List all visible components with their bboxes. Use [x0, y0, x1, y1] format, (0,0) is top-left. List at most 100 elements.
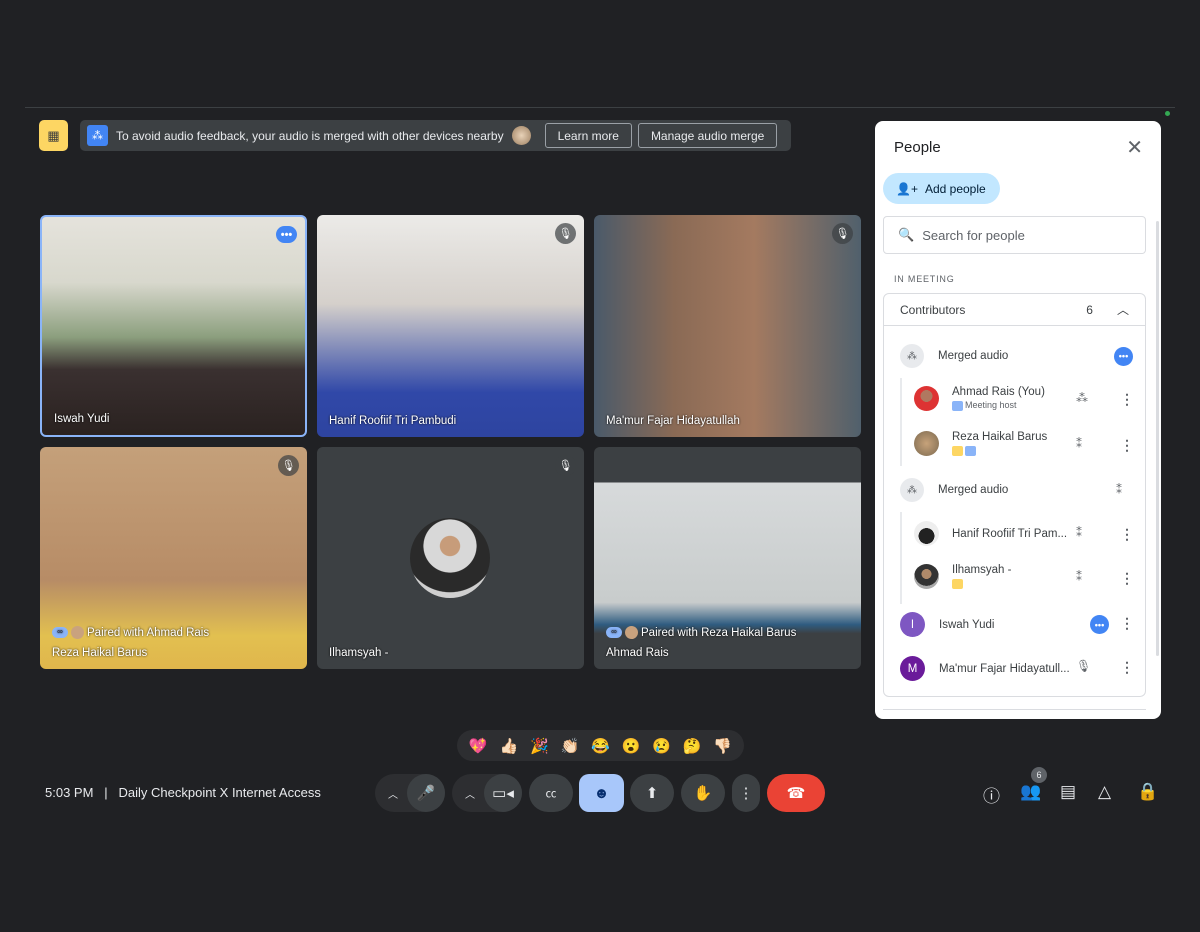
merged-audio-group: ⁂ Merged audio	[900, 478, 1163, 502]
audio-off-icon: ⁑	[1076, 526, 1082, 540]
audio-off-icon: ⁑	[1076, 437, 1082, 451]
paired-label: ∞ Paired with Ahmad Rais	[52, 626, 209, 639]
more-options-icon[interactable]: •••	[1090, 615, 1109, 634]
mic-off-icon: 🎙	[1076, 659, 1092, 673]
hang-up-icon: ☎	[786, 785, 806, 802]
avatar	[914, 564, 939, 589]
reaction-thinking[interactable]: 🤔	[683, 737, 702, 755]
manage-audio-merge-button[interactable]: Manage audio merge	[637, 123, 778, 148]
video-tile[interactable]: 🎙 ∞ Paired with Ahmad Rais Reza Haikal Ba…	[40, 447, 307, 669]
raise-hand-button[interactable]: ✋	[681, 774, 725, 812]
contributors-header[interactable]: Contributors 6 ︿	[884, 294, 1145, 326]
list-item: Ilhamsyah -	[914, 564, 1177, 589]
participant-name: Ahmad Rais	[606, 647, 669, 659]
panel-title: People	[894, 139, 941, 156]
mic-off-icon: 🎙	[832, 223, 853, 244]
reaction-party-popper[interactable]: 🎉	[530, 737, 549, 755]
search-input[interactable]: 🔍 Search for people	[883, 216, 1146, 254]
video-tile[interactable]: ∞ Paired with Reza Haikal Barus Ahmad Rai…	[594, 447, 861, 669]
emoji-icon: ☻	[593, 784, 610, 802]
merged-audio-icon: ⁂	[1076, 391, 1088, 405]
avatar	[914, 431, 939, 456]
video-tile[interactable]: ••• Iswah Yudi	[40, 215, 307, 437]
captions-icon: ㏄	[545, 788, 557, 800]
more-options-icon[interactable]: •••	[1114, 346, 1133, 366]
chevron-up-icon: ︿	[1116, 303, 1129, 317]
close-icon[interactable]: ✕	[1126, 135, 1143, 160]
participant-name: Hanif Roofiif Tri Pambudi	[329, 415, 457, 427]
mic-button[interactable]: 🎤	[407, 774, 445, 812]
link-icon: ∞	[52, 627, 68, 638]
avatar	[914, 521, 939, 546]
more-vert-icon: ⋮	[738, 785, 754, 802]
audio-off-icon: ⁑	[1076, 570, 1082, 584]
avatar	[71, 626, 84, 639]
captions-button[interactable]: ㏄	[529, 774, 573, 812]
captions-off-icon: ▦	[47, 127, 60, 143]
more-options-icon[interactable]: •••	[276, 226, 297, 243]
avatar	[511, 126, 531, 145]
avatar	[625, 626, 638, 639]
participant-name: Iswah Yudi	[54, 413, 110, 425]
more-vert-icon[interactable]: ⋮	[1120, 437, 1134, 454]
camera-button[interactable]: ▭◂	[484, 774, 522, 812]
reaction-joy[interactable]: 😂	[591, 737, 610, 755]
reaction-thumbs-up[interactable]: 👍🏻	[499, 737, 518, 755]
banner-message: To avoid audio feedback, your audio is m…	[116, 128, 504, 143]
learn-more-button[interactable]: Learn more	[544, 123, 632, 148]
divider	[25, 107, 1175, 108]
status-dot	[1165, 111, 1170, 116]
reaction-surprised[interactable]: 😮	[622, 737, 641, 755]
section-label: IN MEETING	[894, 274, 955, 284]
merged-audio-icon: ⁂	[87, 125, 108, 146]
chevron-up-icon[interactable]: ︿	[388, 786, 398, 801]
reaction-crying[interactable]: 😢	[652, 737, 671, 755]
meeting-info: 5:03 PM | Daily Checkpoint X Internet Ac…	[45, 785, 321, 800]
audio-merge-banner: ⁂ To avoid audio feedback, your audio is…	[80, 120, 791, 151]
present-screen-icon: ⬆	[645, 785, 659, 802]
list-item: Hanif Roofiif Tri Pam...	[914, 521, 1177, 546]
reaction-sparkling-heart[interactable]: 💖	[469, 737, 488, 755]
mic-off-icon: 🎙	[278, 455, 299, 476]
end-call-button[interactable]: ☎	[767, 774, 825, 812]
merged-audio-icon: ⁂	[900, 478, 924, 502]
people-count-badge: 6	[1031, 767, 1047, 783]
reaction-thumbs-down[interactable]: 👎🏻	[713, 737, 732, 755]
reactions-button[interactable]: ☻	[579, 774, 624, 812]
more-vert-icon[interactable]: ⋮	[1120, 659, 1134, 676]
chevron-up-icon[interactable]: ︿	[465, 786, 475, 801]
more-vert-icon[interactable]: ⋮	[1120, 391, 1134, 408]
people-icon[interactable]: 👥	[1020, 782, 1041, 802]
host-controls-icon[interactable]: 🔒	[1137, 782, 1158, 802]
video-tile[interactable]: 🎙 Hanif Roofiif Tri Pambudi	[317, 215, 584, 437]
paired-label: ∞ Paired with Reza Haikal Barus	[606, 626, 796, 639]
reaction-clapping[interactable]: 👏🏻	[561, 737, 580, 755]
add-person-icon: 👤+	[896, 181, 918, 196]
merged-audio-group: ⁂ Merged audio •••	[900, 344, 1163, 368]
participant-name: Reza Haikal Barus	[52, 647, 148, 659]
more-options-button[interactable]: ⋮	[732, 774, 760, 812]
present-button[interactable]: ⬆	[630, 774, 674, 812]
avatar: I	[900, 612, 925, 637]
link-icon: ∞	[606, 627, 622, 638]
scrollbar[interactable]	[1156, 221, 1159, 656]
audio-off-icon: ⁑	[1116, 483, 1122, 497]
audio-controls: ︿ 🎤	[375, 774, 445, 812]
more-vert-icon[interactable]: ⋮	[1120, 615, 1134, 632]
activities-icon[interactable]: △	[1098, 782, 1111, 802]
add-people-button[interactable]: 👤+ Add people	[883, 173, 1000, 204]
more-vert-icon[interactable]: ⋮	[1120, 570, 1134, 587]
list-item: Ahmad Rais (You) Meeting host	[914, 386, 1177, 411]
participant-name: Ma'mur Fajar Hidayatullah	[606, 415, 740, 427]
video-tile[interactable]: 🎙 Ilhamsyah -	[317, 447, 584, 669]
hand-icon: ✋	[693, 785, 713, 802]
mic-off-icon: 🎙	[555, 455, 576, 476]
more-vert-icon[interactable]: ⋮	[1120, 526, 1134, 543]
avatar	[914, 386, 939, 411]
captions-off-button[interactable]: ▦	[39, 120, 68, 151]
reactions-bar: 💖 👍🏻 🎉 👏🏻 😂 😮 😢 🤔 👎🏻	[457, 730, 744, 761]
chat-icon[interactable]: ▤	[1060, 782, 1076, 802]
info-icon[interactable]: ⓘ	[983, 782, 1000, 807]
participant-name: Ilhamsyah -	[329, 647, 389, 659]
video-tile[interactable]: 🎙 Ma'mur Fajar Hidayatullah	[594, 215, 861, 437]
